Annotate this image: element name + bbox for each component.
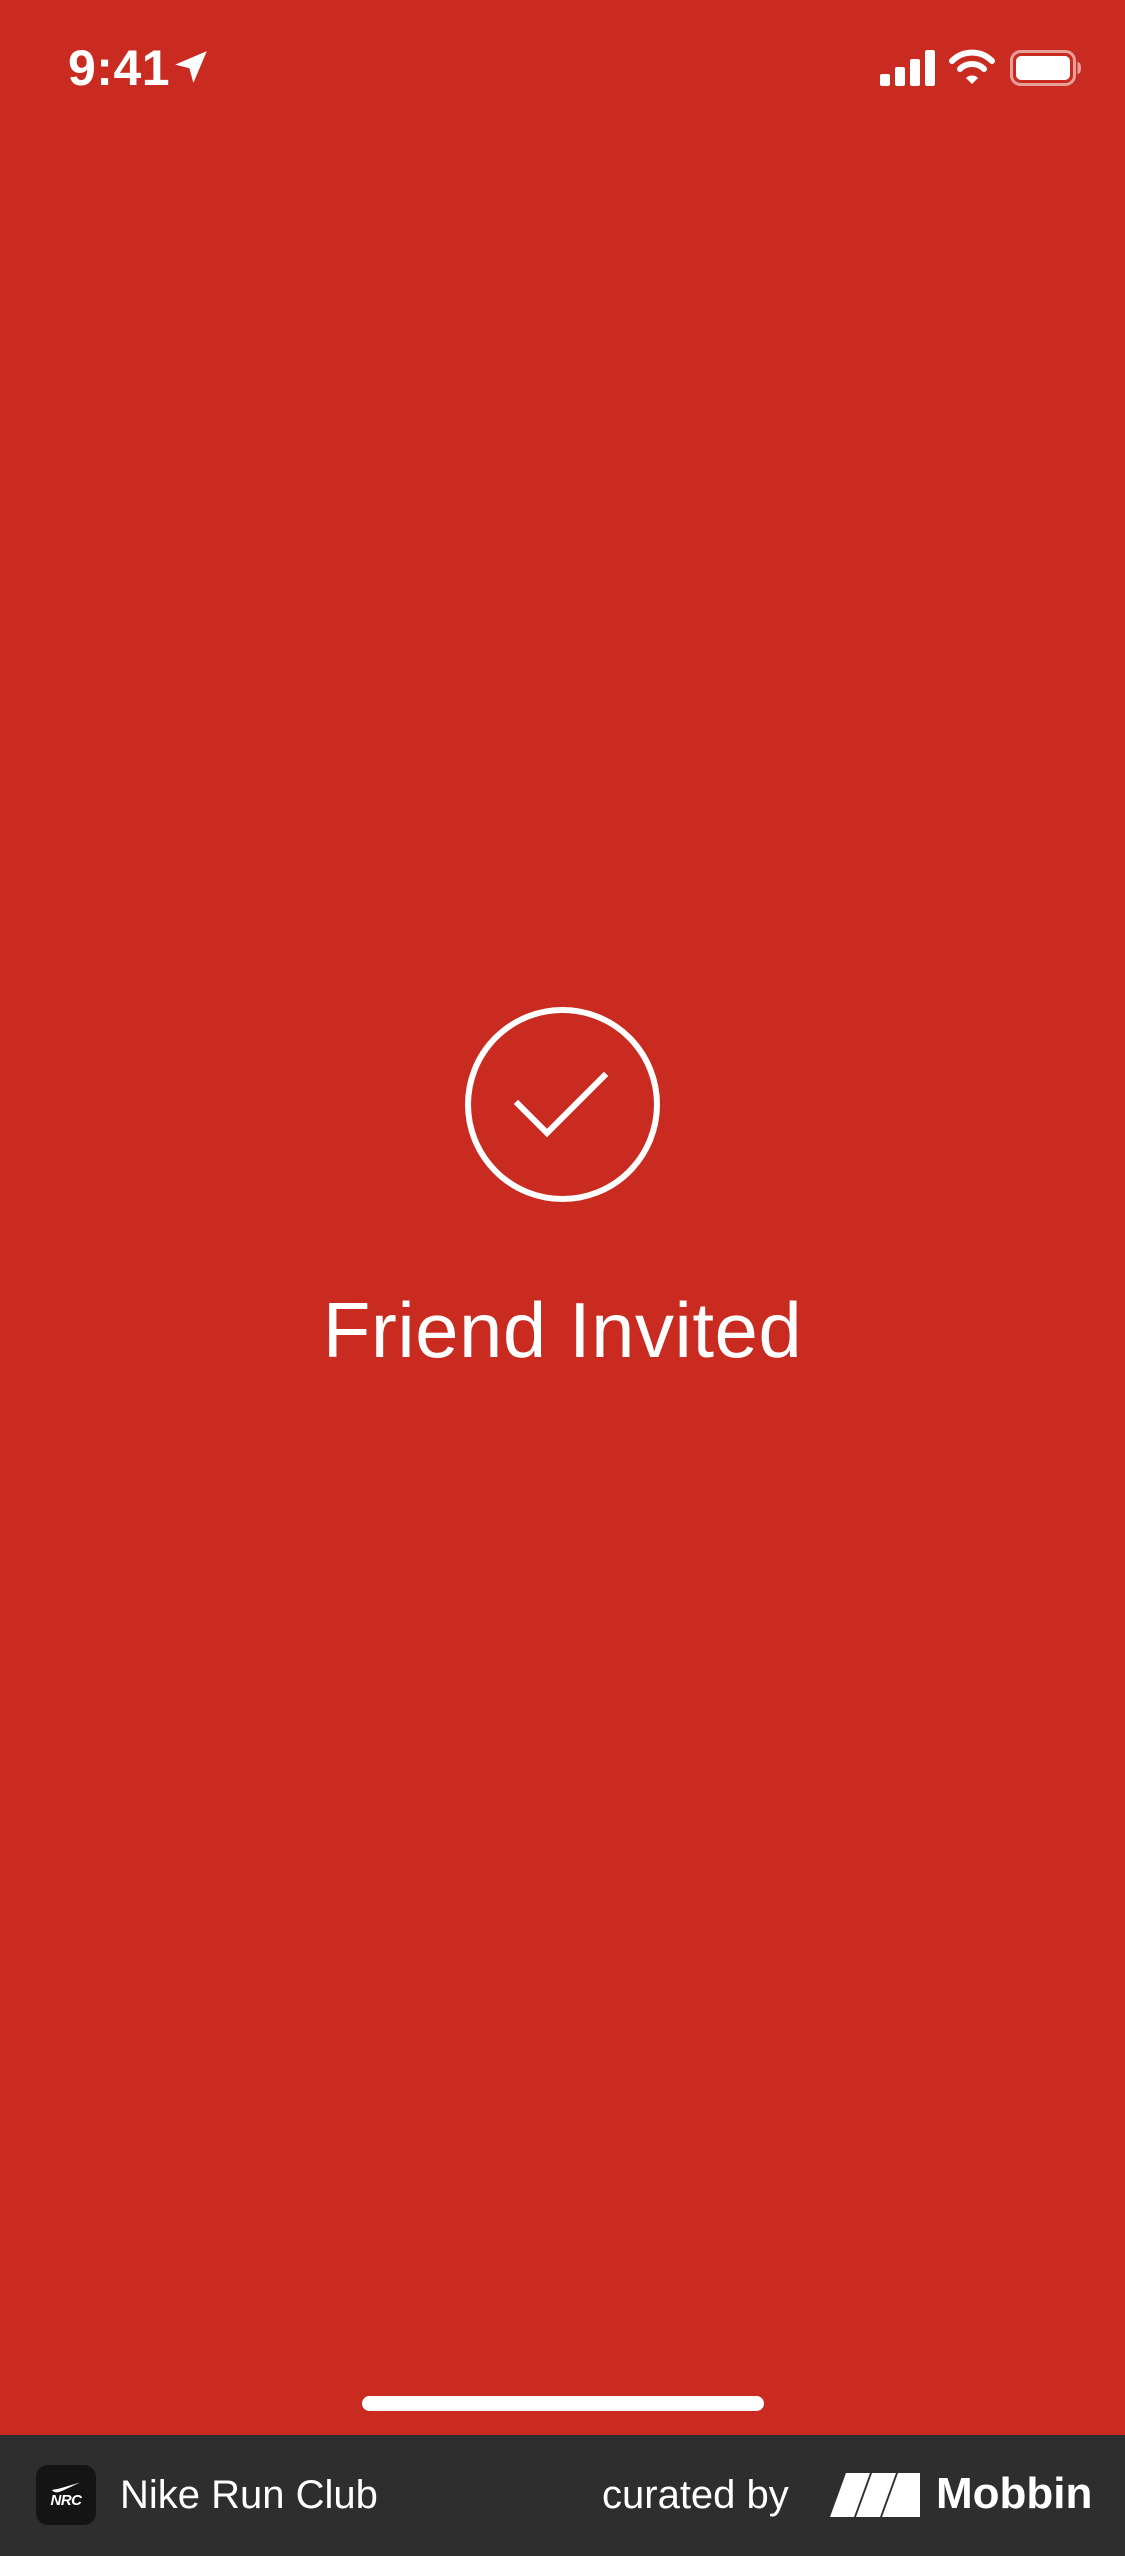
mobbin-logo-icon: [830, 2473, 920, 2517]
app-icon: NRC: [36, 2465, 96, 2525]
cellular-signal-icon: [880, 50, 935, 86]
checkmark-circle-icon: [465, 1007, 660, 1202]
home-indicator[interactable]: [362, 2396, 764, 2411]
status-time: 9:41: [68, 40, 171, 96]
app-name: Nike Run Club: [120, 2473, 378, 2517]
attribution-footer: NRC Nike Run Club curated by Mobbin: [0, 2435, 1125, 2556]
wifi-icon: [949, 49, 995, 84]
curated-by-label: curated by: [602, 2473, 789, 2517]
status-bar: 9:41: [0, 0, 1125, 140]
confirmation-title: Friend Invited: [322, 1286, 803, 1374]
battery-icon: [1010, 50, 1081, 86]
mobbin-brand: Mobbin: [936, 2469, 1093, 2518]
app-icon-label: NRC: [50, 2492, 83, 2509]
confirmation-screen: 9:41 Friend Invited: [0, 0, 1125, 2435]
location-arrow-icon: [175, 51, 207, 83]
